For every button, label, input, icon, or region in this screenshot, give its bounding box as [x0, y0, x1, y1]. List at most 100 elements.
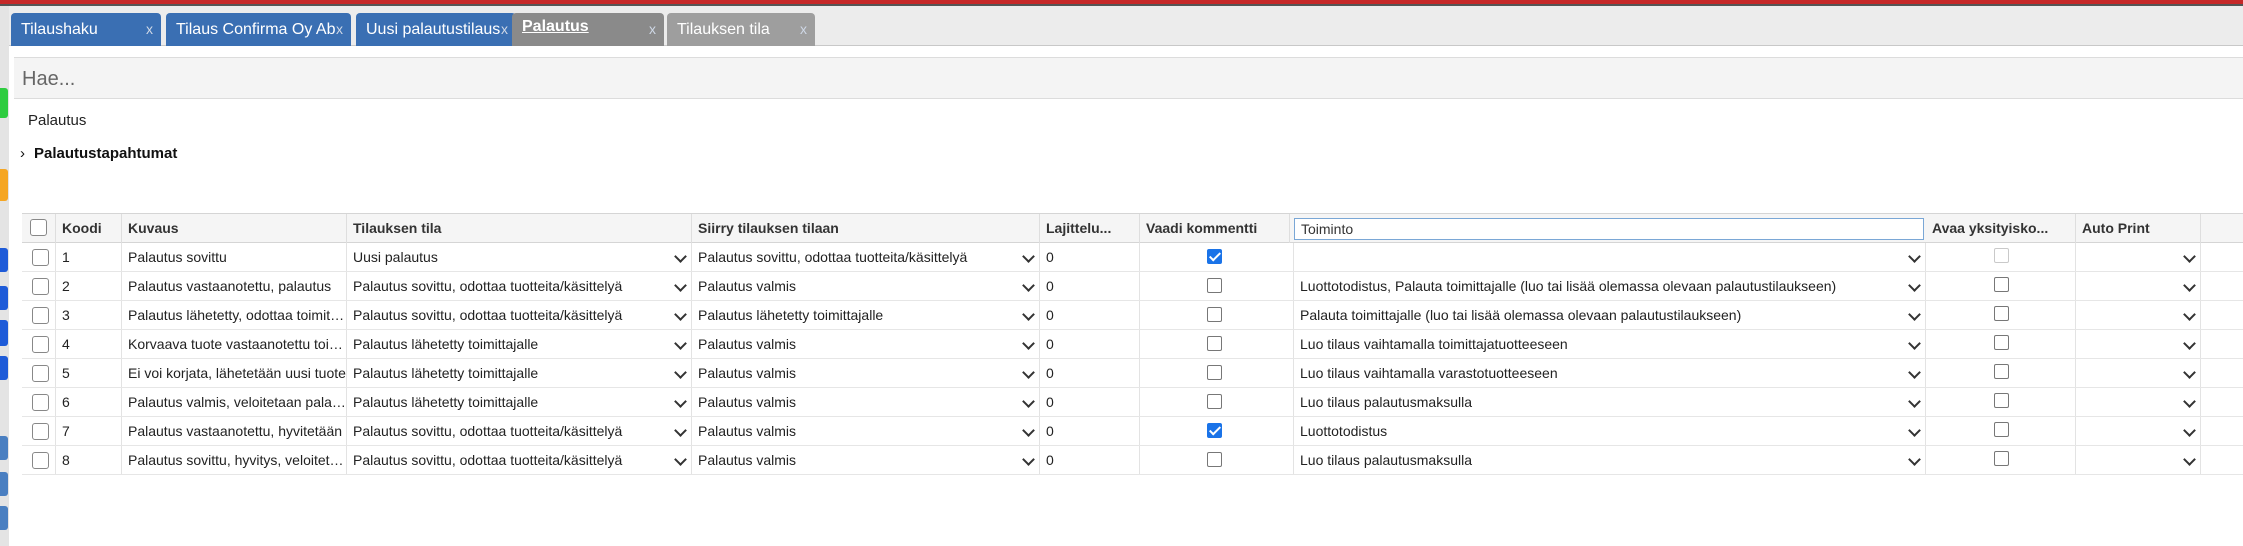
tab-close-icon[interactable]: x [336, 13, 343, 46]
cell-toiminto-select[interactable]: Palauta toimittajalle (luo tai lisää ole… [1294, 301, 1926, 329]
header-tilauksen-tila[interactable]: Tilauksen tila [347, 214, 692, 243]
cell-toiminto-select[interactable]: Luottotodistus, Palauta toimittajalle (l… [1294, 272, 1926, 300]
cell-lajittelu[interactable]: 0 [1040, 243, 1140, 271]
vaadi-kommentti-checkbox[interactable] [1207, 394, 1222, 409]
table-row[interactable]: 2 Palautus vastaanotettu, palautus Palautu… [22, 272, 2243, 301]
chevron-down-icon[interactable] [2183, 308, 2196, 321]
cell-tilauksen-tila-select[interactable]: Palautus lähetetty toimittajalle [347, 330, 692, 358]
header-koodi[interactable]: Koodi [56, 214, 122, 243]
table-row[interactable]: 6 Palautus valmis, veloitetaan palautus Pa… [22, 388, 2243, 417]
rail-mark-blue-2[interactable] [0, 286, 8, 310]
table-row[interactable]: 1 Palautus sovittu Uusi palautus Palautus s… [22, 243, 2243, 272]
header-lajittelu[interactable]: Lajittelu... [1040, 214, 1140, 243]
chevron-down-icon[interactable] [2183, 395, 2196, 408]
cell-tilauksen-tila-select[interactable]: Palautus sovittu, odottaa tuotteita/käsi… [347, 272, 692, 300]
table-row[interactable]: 4Korvaava tuote vastaanotettu toimittaja… [22, 330, 2243, 359]
select-all-checkbox[interactable] [30, 219, 47, 236]
chevron-down-icon[interactable] [674, 453, 687, 466]
cell-auto-print-select[interactable] [2076, 330, 2201, 358]
cell-kuvaus[interactable]: Palautus valmis, veloitetaan palautus [122, 388, 347, 416]
cell-toiminto-select[interactable]: Luottotodistus [1294, 417, 1926, 445]
cell-auto-print-select[interactable] [2076, 417, 2201, 445]
vaadi-kommentti-checkbox[interactable] [1207, 336, 1222, 351]
chevron-down-icon[interactable] [1908, 366, 1921, 379]
cell-toiminto-select[interactable]: Luo tilaus palautusmaksulla [1294, 388, 1926, 416]
header-toiminto[interactable]: Toiminto [1294, 218, 1924, 240]
tab-close-icon[interactable]: x [501, 13, 508, 46]
tab-close-icon[interactable]: x [800, 13, 807, 46]
cell-siirry-select[interactable]: Palautus sovittu, odottaa tuotteita/käsi… [692, 243, 1040, 271]
table-row[interactable]: 8 Palautus sovittu, hyvitys, veloitetaan P… [22, 446, 2243, 475]
avaa-checkbox[interactable] [1994, 335, 2009, 350]
chevron-down-icon[interactable] [674, 250, 687, 263]
avaa-checkbox[interactable] [1994, 422, 2009, 437]
cell-auto-print-select[interactable] [2076, 243, 2201, 271]
chevron-down-icon[interactable] [1908, 453, 1921, 466]
cell-siirry-select[interactable]: Palautus lähetetty toimittajalle [692, 301, 1040, 329]
chevron-down-icon[interactable] [1022, 395, 1035, 408]
row-checkbox[interactable] [32, 423, 49, 440]
row-checkbox[interactable] [32, 278, 49, 295]
events-toggle[interactable]: › Palautustapahtumat [20, 145, 177, 162]
chevron-down-icon[interactable] [674, 308, 687, 321]
tab-tilaus-confirma[interactable]: Tilaus Confirma Oy Ab x [166, 13, 351, 46]
chevron-down-icon[interactable] [1908, 250, 1921, 263]
rail-mark-blue-4[interactable] [0, 356, 8, 380]
cell-auto-print-select[interactable] [2076, 359, 2201, 387]
chevron-down-icon[interactable] [674, 395, 687, 408]
chevron-down-icon[interactable] [2183, 337, 2196, 350]
row-checkbox[interactable] [32, 249, 49, 266]
header-vaadi-kommentti[interactable]: Vaadi kommentti [1140, 214, 1290, 243]
cell-siirry-select[interactable]: Palautus valmis [692, 359, 1040, 387]
cell-tilauksen-tila-select[interactable]: Palautus sovittu, odottaa tuotteita/käsi… [347, 446, 692, 474]
chevron-down-icon[interactable] [2183, 453, 2196, 466]
rail-mark-green[interactable] [0, 88, 8, 118]
chevron-down-icon[interactable] [674, 424, 687, 437]
tab-uusi-palautustilaus[interactable]: Uusi palautustilaus x [356, 13, 516, 46]
cell-kuvaus[interactable]: Palautus lähetetty, odottaa toimittajan [122, 301, 347, 329]
chevron-down-icon[interactable] [1022, 453, 1035, 466]
rail-mark-blue-1[interactable] [0, 248, 8, 272]
table-row[interactable]: 5 Ei voi korjata, lähetetään uusi tuote Pa… [22, 359, 2243, 388]
chevron-down-icon[interactable] [1908, 337, 1921, 350]
tab-close-icon[interactable]: x [146, 13, 153, 46]
avaa-checkbox[interactable] [1994, 364, 2009, 379]
cell-lajittelu[interactable]: 0 [1040, 301, 1140, 329]
chevron-down-icon[interactable] [1022, 279, 1035, 292]
cell-auto-print-select[interactable] [2076, 446, 2201, 474]
header-siirry[interactable]: Siirry tilauksen tilaan [692, 214, 1040, 243]
tab-tilauksen-tila[interactable]: Tilauksen tila x [667, 13, 815, 46]
cell-auto-print-select[interactable] [2076, 272, 2201, 300]
cell-kuvaus[interactable]: Palautus vastaanotettu, palautus [122, 272, 347, 300]
chevron-down-icon[interactable] [2183, 250, 2196, 263]
avaa-checkbox[interactable] [1994, 393, 2009, 408]
vaadi-kommentti-checkbox[interactable] [1207, 365, 1222, 380]
chevron-down-icon[interactable] [674, 337, 687, 350]
tab-tilaushaku[interactable]: Tilaushaku x [11, 13, 161, 46]
cell-siirry-select[interactable]: Palautus valmis [692, 417, 1040, 445]
chevron-down-icon[interactable] [1908, 395, 1921, 408]
search-input[interactable] [22, 65, 822, 93]
vaadi-kommentti-checkbox[interactable] [1207, 307, 1222, 322]
cell-tilauksen-tila-select[interactable]: Uusi palautus [347, 243, 692, 271]
cell-kuvaus[interactable]: Palautus sovittu, hyvitys, veloitetaan [122, 446, 347, 474]
chevron-down-icon[interactable] [2183, 279, 2196, 292]
row-checkbox[interactable] [32, 365, 49, 382]
cell-toiminto-select[interactable]: Luo tilaus palautusmaksulla [1294, 446, 1926, 474]
cell-lajittelu[interactable]: 0 [1040, 446, 1140, 474]
chevron-down-icon[interactable] [1022, 337, 1035, 350]
cell-tilauksen-tila-select[interactable]: Palautus sovittu, odottaa tuotteita/käsi… [347, 301, 692, 329]
rail-mark-steel-1[interactable] [0, 436, 8, 460]
chevron-down-icon[interactable] [2183, 424, 2196, 437]
row-checkbox[interactable] [32, 307, 49, 324]
rail-mark-orange[interactable] [0, 169, 8, 201]
cell-kuvaus[interactable]: Korvaava tuote vastaanotettu toimittajal… [122, 330, 347, 358]
avaa-checkbox[interactable] [1994, 306, 2009, 321]
cell-siirry-select[interactable]: Palautus valmis [692, 446, 1040, 474]
cell-kuvaus[interactable]: Palautus vastaanotettu, hyvitetään [122, 417, 347, 445]
cell-lajittelu[interactable]: 0 [1040, 359, 1140, 387]
vaadi-kommentti-checkbox[interactable] [1207, 249, 1222, 264]
cell-siirry-select[interactable]: Palautus valmis [692, 272, 1040, 300]
tab-palautus[interactable]: Palautus x [512, 13, 664, 46]
tab-close-icon[interactable]: x [649, 13, 656, 46]
